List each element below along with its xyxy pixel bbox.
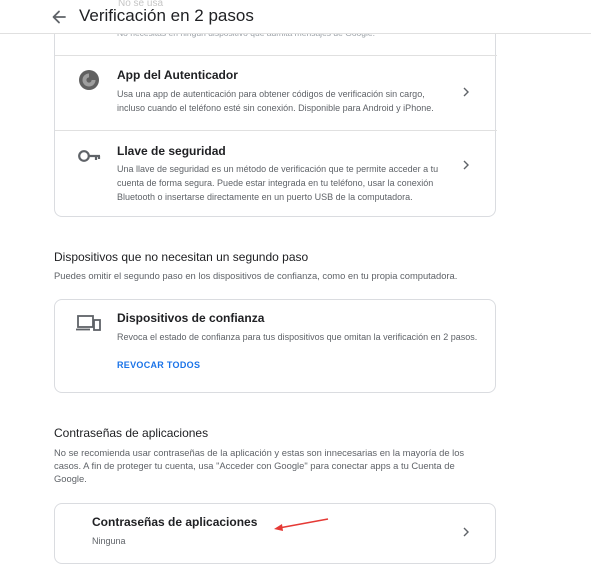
trusted-devices-title: Dispositivos de confianza (117, 311, 265, 325)
authenticator-app-description: Usa una app de autenticación para obtene… (117, 89, 434, 113)
authenticator-icon (78, 69, 100, 96)
second-step-methods-card: No necesitas en ningún dispositivo que a… (54, 8, 497, 217)
page-title: Verificación en 2 pasos (79, 6, 254, 25)
app-passwords-value: Ninguna (92, 536, 126, 546)
security-key-item[interactable]: Llave de seguridad Una llave de segurida… (55, 131, 495, 217)
trusted-devices-section-title: Dispositivos que no necesitan un segundo… (54, 250, 309, 264)
back-arrow-icon[interactable] (46, 4, 72, 30)
trusted-devices-card: Dispositivos de confianza Revoca el esta… (54, 299, 496, 393)
top-app-bar: No se usa Verificación en 2 pasos (0, 0, 591, 34)
app-passwords-title: Contraseñas de aplicaciones (92, 515, 258, 529)
trusted-devices-description: Revoca el estado de confianza para tus d… (117, 332, 478, 342)
security-key-title: Llave de seguridad (117, 144, 226, 158)
devices-icon (76, 314, 102, 339)
chevron-right-icon[interactable] (460, 159, 472, 171)
annotation-arrow-icon (274, 518, 329, 531)
authenticator-app-title: App del Autenticador (117, 68, 238, 82)
chevron-right-icon[interactable] (460, 526, 472, 538)
key-icon (78, 149, 102, 168)
app-passwords-section-description: No se recomienda usar contraseñas de la … (54, 447, 465, 484)
authenticator-app-item[interactable]: App del Autenticador Usa una app de aute… (55, 56, 495, 130)
revoke-all-button[interactable]: REVOCAR TODOS (117, 360, 200, 370)
chevron-right-icon[interactable] (460, 86, 472, 98)
security-key-description: Una llave de seguridad es un método de v… (117, 164, 439, 202)
app-passwords-section-title: Contraseñas de aplicaciones (54, 426, 209, 440)
trusted-devices-section-description: Puedes omitir el segundo paso en los dis… (54, 270, 458, 281)
